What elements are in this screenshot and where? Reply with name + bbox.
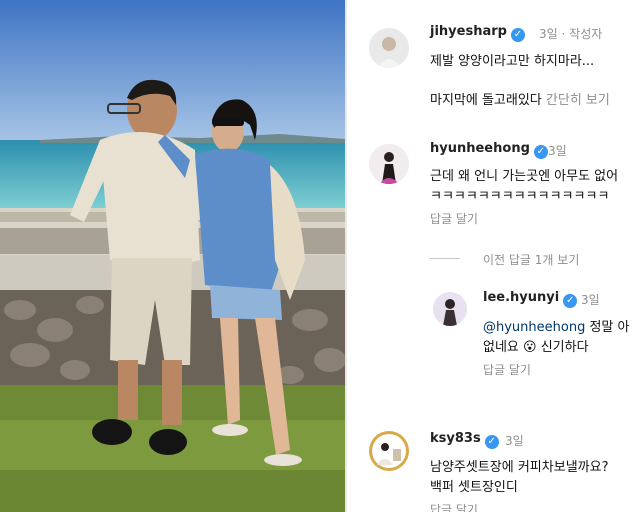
reply-button[interactable]: 답글 달기 [430,210,478,227]
comment-username[interactable]: jihyesharp ✓ [430,24,525,42]
comment-text-line: 제발 양양이라고만 하지마라... [430,54,595,69]
reply-button[interactable]: 답글 달기 [483,361,531,378]
avatar[interactable] [433,292,467,326]
astonished-face-icon: 😮 [523,340,537,355]
comment-username[interactable]: ksy83s ✓ [430,431,499,449]
comment-time[interactable]: 3일 [505,432,524,449]
comments-panel: jihyesharp ✓ 3일 · 작성자 제발 양양이라고만 하지마라... 마… [347,0,640,512]
comment-text-line: ㅋㅋㅋㅋㅋㅋㅋㅋㅋㅋㅋㅋㅋㅋㅋ [430,189,610,204]
comment-jihyesharp: jihyesharp ✓ 3일 · 작성자 제발 양양이라고만 하지마라... 마… [347,0,640,120]
comment-text-line: 남양주셋트장에 커피차보낼까요? [430,460,609,475]
comment-username[interactable]: hyunheehong ✓ [430,141,548,159]
verified-badge-icon: ✓ [563,294,578,308]
verified-badge-icon: ✓ [510,28,525,42]
comment-time[interactable]: 3일 [581,291,600,308]
avatar[interactable] [369,28,409,68]
comment-text-line: 근데 왜 언니 가는곳엔 아무도 없어 [430,169,619,184]
reply-lee-hyunyi: lee.hyunyi ✓ 3일 @hyunheehong 정말 아 없네요 😮 신… [347,280,640,385]
view-previous-replies[interactable]: 이전 답글 1개 보기 [483,251,579,268]
avatar[interactable] [369,431,409,471]
view-replies-line [430,258,460,259]
reply-button[interactable]: 답글 달기 [430,501,478,512]
avatar[interactable] [369,144,409,184]
comment-text-line: @hyunheehong 정말 아 [483,320,630,335]
comment-ksy83s: ksy83s ✓ 3일 남양주셋트장에 커피차보낼까요? 백퍼 셋트장인디 답글 … [347,425,640,512]
post-photo [0,0,345,512]
comment-time[interactable]: 3일 [539,27,558,41]
comment-username[interactable]: lee.hyunyi ✓ [483,290,578,308]
comment-time[interactable]: 3일 [548,142,567,159]
comment-text-line: 없네요 😮 신기하다 [483,340,589,355]
verified-badge-icon: ✓ [484,435,499,449]
comment-text-line: 백퍼 셋트장인디 [430,480,518,495]
mention-link[interactable]: @hyunheehong [483,320,585,335]
comment-text-line: 마지막에 돌고래있다 간단히 보기 [430,93,610,108]
comment-meta: 3일 · 작성자 [539,25,602,42]
verified-badge-icon: ✓ [533,145,548,159]
collapse-link[interactable]: 간단히 보기 [546,93,610,108]
comment-hyunheehong: hyunheehong ✓ 3일 근데 왜 언니 가는곳엔 아무도 없어 ㅋㅋㅋㅋ… [347,130,640,275]
meta-separator: · [561,27,566,41]
author-label: 작성자 [569,27,603,41]
